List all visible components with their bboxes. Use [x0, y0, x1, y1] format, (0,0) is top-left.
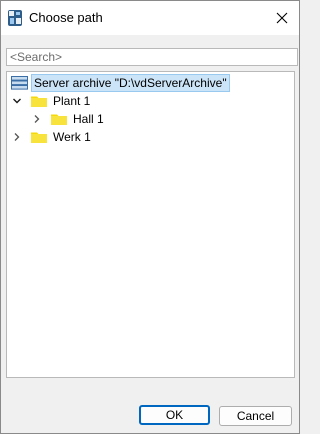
close-icon: [276, 12, 288, 24]
tree-node-label: Hall 1: [73, 112, 104, 126]
chevron-right-icon[interactable]: [31, 113, 43, 125]
search-input[interactable]: [6, 48, 298, 66]
database-icon: [11, 76, 29, 90]
app-icon: [8, 10, 22, 26]
tree-node-label: Werk 1: [53, 130, 91, 144]
tree-node-label: Server archive "D:\vdServerArchive": [31, 74, 230, 92]
title-bar: Choose path: [1, 1, 299, 35]
tree-node-werk-1[interactable]: Werk 1: [9, 128, 95, 146]
tree-node-hall-1[interactable]: Hall 1: [9, 110, 108, 128]
chevron-right-icon[interactable]: [11, 131, 23, 143]
cancel-button[interactable]: Cancel: [219, 406, 292, 426]
tree-node-server-archive[interactable]: Server archive "D:\vdServerArchive": [9, 74, 230, 92]
window-title: Choose path: [29, 10, 103, 25]
folder-icon: [31, 131, 47, 143]
folder-icon: [31, 95, 47, 107]
chevron-down-icon[interactable]: [11, 95, 23, 107]
close-button[interactable]: [265, 1, 299, 35]
path-tree[interactable]: Server archive "D:\vdServerArchive" Plan…: [6, 71, 295, 378]
tree-node-label: Plant 1: [53, 94, 91, 108]
choose-path-dialog: Choose path Server archive "D:\vdServerA…: [0, 0, 300, 434]
tree-node-plant-1[interactable]: Plant 1: [9, 92, 94, 110]
folder-icon: [51, 113, 67, 125]
ok-button[interactable]: OK: [139, 405, 210, 425]
